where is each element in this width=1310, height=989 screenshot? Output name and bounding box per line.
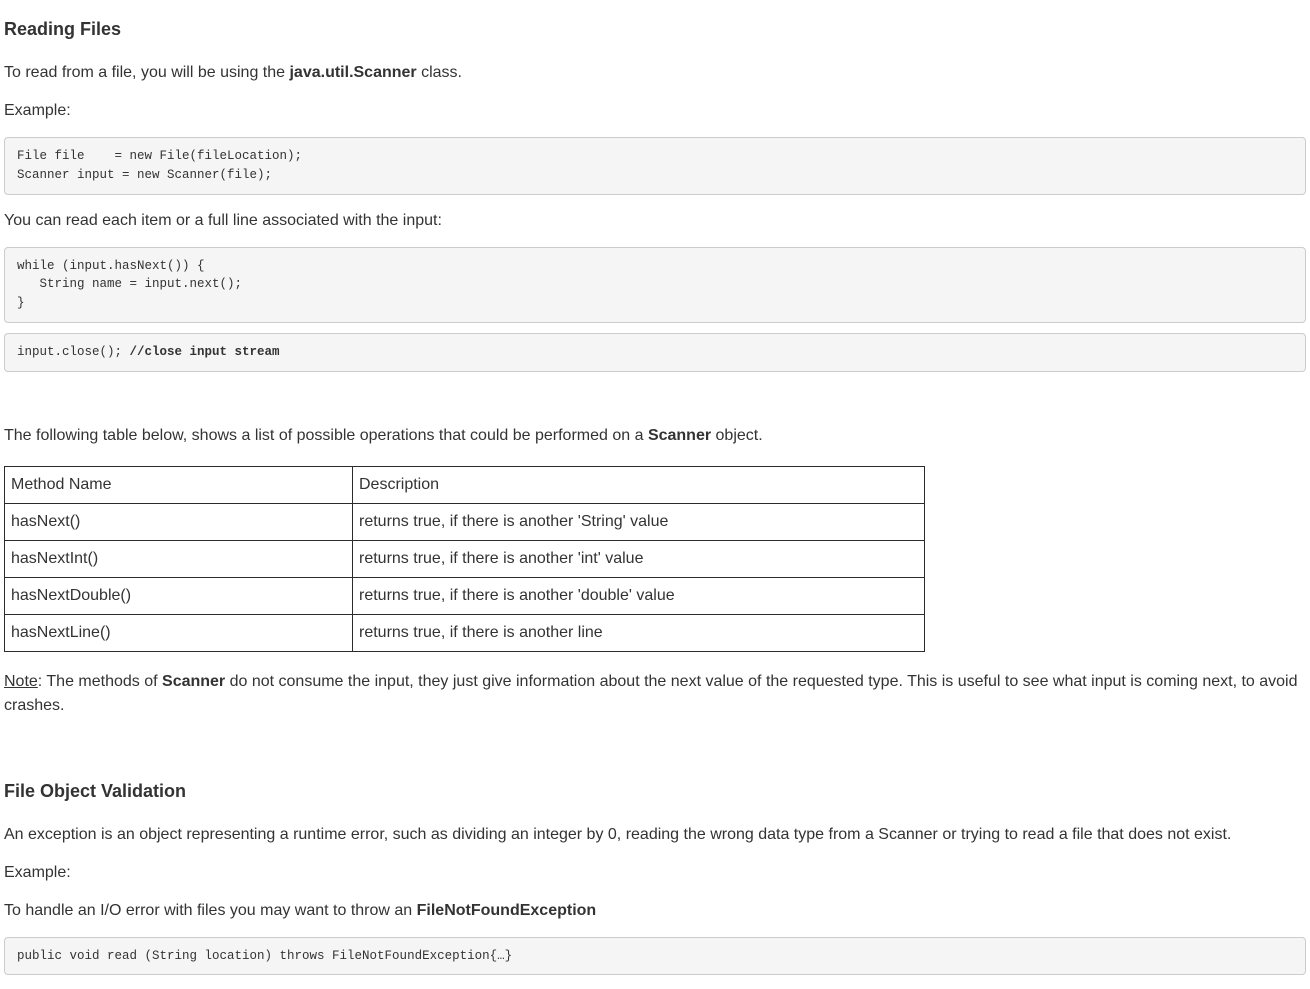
code-block-1: File file = new File(fileLocation); Scan… bbox=[4, 137, 1306, 195]
table-row: hasNextDouble() returns true, if there i… bbox=[5, 577, 925, 614]
table-row: hasNextLine() returns true, if there is … bbox=[5, 614, 925, 651]
code3-pre: input.close(); bbox=[17, 345, 130, 359]
intro-pre: To read from a file, you will be using t… bbox=[4, 64, 289, 81]
intro-paragraph: To read from a file, you will be using t… bbox=[4, 61, 1306, 85]
table-row: hasNext() returns true, if there is anot… bbox=[5, 503, 925, 540]
heading-file-object-validation: File Object Validation bbox=[4, 778, 1306, 805]
table-cell-method: hasNext() bbox=[5, 503, 353, 540]
note-paragraph: Note: The methods of Scanner do not cons… bbox=[4, 670, 1306, 718]
spacer bbox=[4, 382, 1306, 410]
table-cell-method: hasNextDouble() bbox=[5, 577, 353, 614]
table-cell-desc: returns true, if there is another 'int' … bbox=[353, 540, 925, 577]
table-intro-bold: Scanner bbox=[648, 427, 711, 444]
table-intro-post: object. bbox=[711, 427, 763, 444]
table-cell-method: hasNextInt() bbox=[5, 540, 353, 577]
code-block-2: while (input.hasNext()) { String name = … bbox=[4, 247, 1306, 323]
scanner-methods-table: Method Name Description hasNext() return… bbox=[4, 466, 925, 652]
handle-bold: FileNotFoundException bbox=[417, 902, 597, 919]
note-label: Note bbox=[4, 673, 38, 690]
example-label: Example: bbox=[4, 99, 1306, 123]
table-cell-desc: returns true, if there is another 'doubl… bbox=[353, 577, 925, 614]
note-pre: : The methods of bbox=[38, 673, 162, 690]
table-cell-method: hasNextLine() bbox=[5, 614, 353, 651]
table-cell-desc: returns true, if there is another 'Strin… bbox=[353, 503, 925, 540]
intro-bold-classname: java.util.Scanner bbox=[289, 64, 416, 81]
mid-text: You can read each item or a full line as… bbox=[4, 209, 1306, 233]
table-cell-desc: returns true, if there is another line bbox=[353, 614, 925, 651]
example-label-2: Example: bbox=[4, 861, 1306, 885]
table-intro-paragraph: The following table below, shows a list … bbox=[4, 424, 1306, 448]
table-header-row: Method Name Description bbox=[5, 466, 925, 503]
table-header-desc: Description bbox=[353, 466, 925, 503]
code-block-4: public void read (String location) throw… bbox=[4, 937, 1306, 976]
intro-post: class. bbox=[417, 64, 462, 81]
code3-bold-comment: //close input stream bbox=[130, 345, 280, 359]
handle-pre: To handle an I/O error with files you ma… bbox=[4, 902, 417, 919]
table-intro-pre: The following table below, shows a list … bbox=[4, 427, 648, 444]
code-block-3: input.close(); //close input stream bbox=[4, 333, 1306, 372]
note-bold: Scanner bbox=[162, 673, 225, 690]
table-row: hasNextInt() returns true, if there is a… bbox=[5, 540, 925, 577]
heading-reading-files: Reading Files bbox=[4, 16, 1306, 43]
exception-intro: An exception is an object representing a… bbox=[4, 823, 1306, 847]
table-header-method: Method Name bbox=[5, 466, 353, 503]
